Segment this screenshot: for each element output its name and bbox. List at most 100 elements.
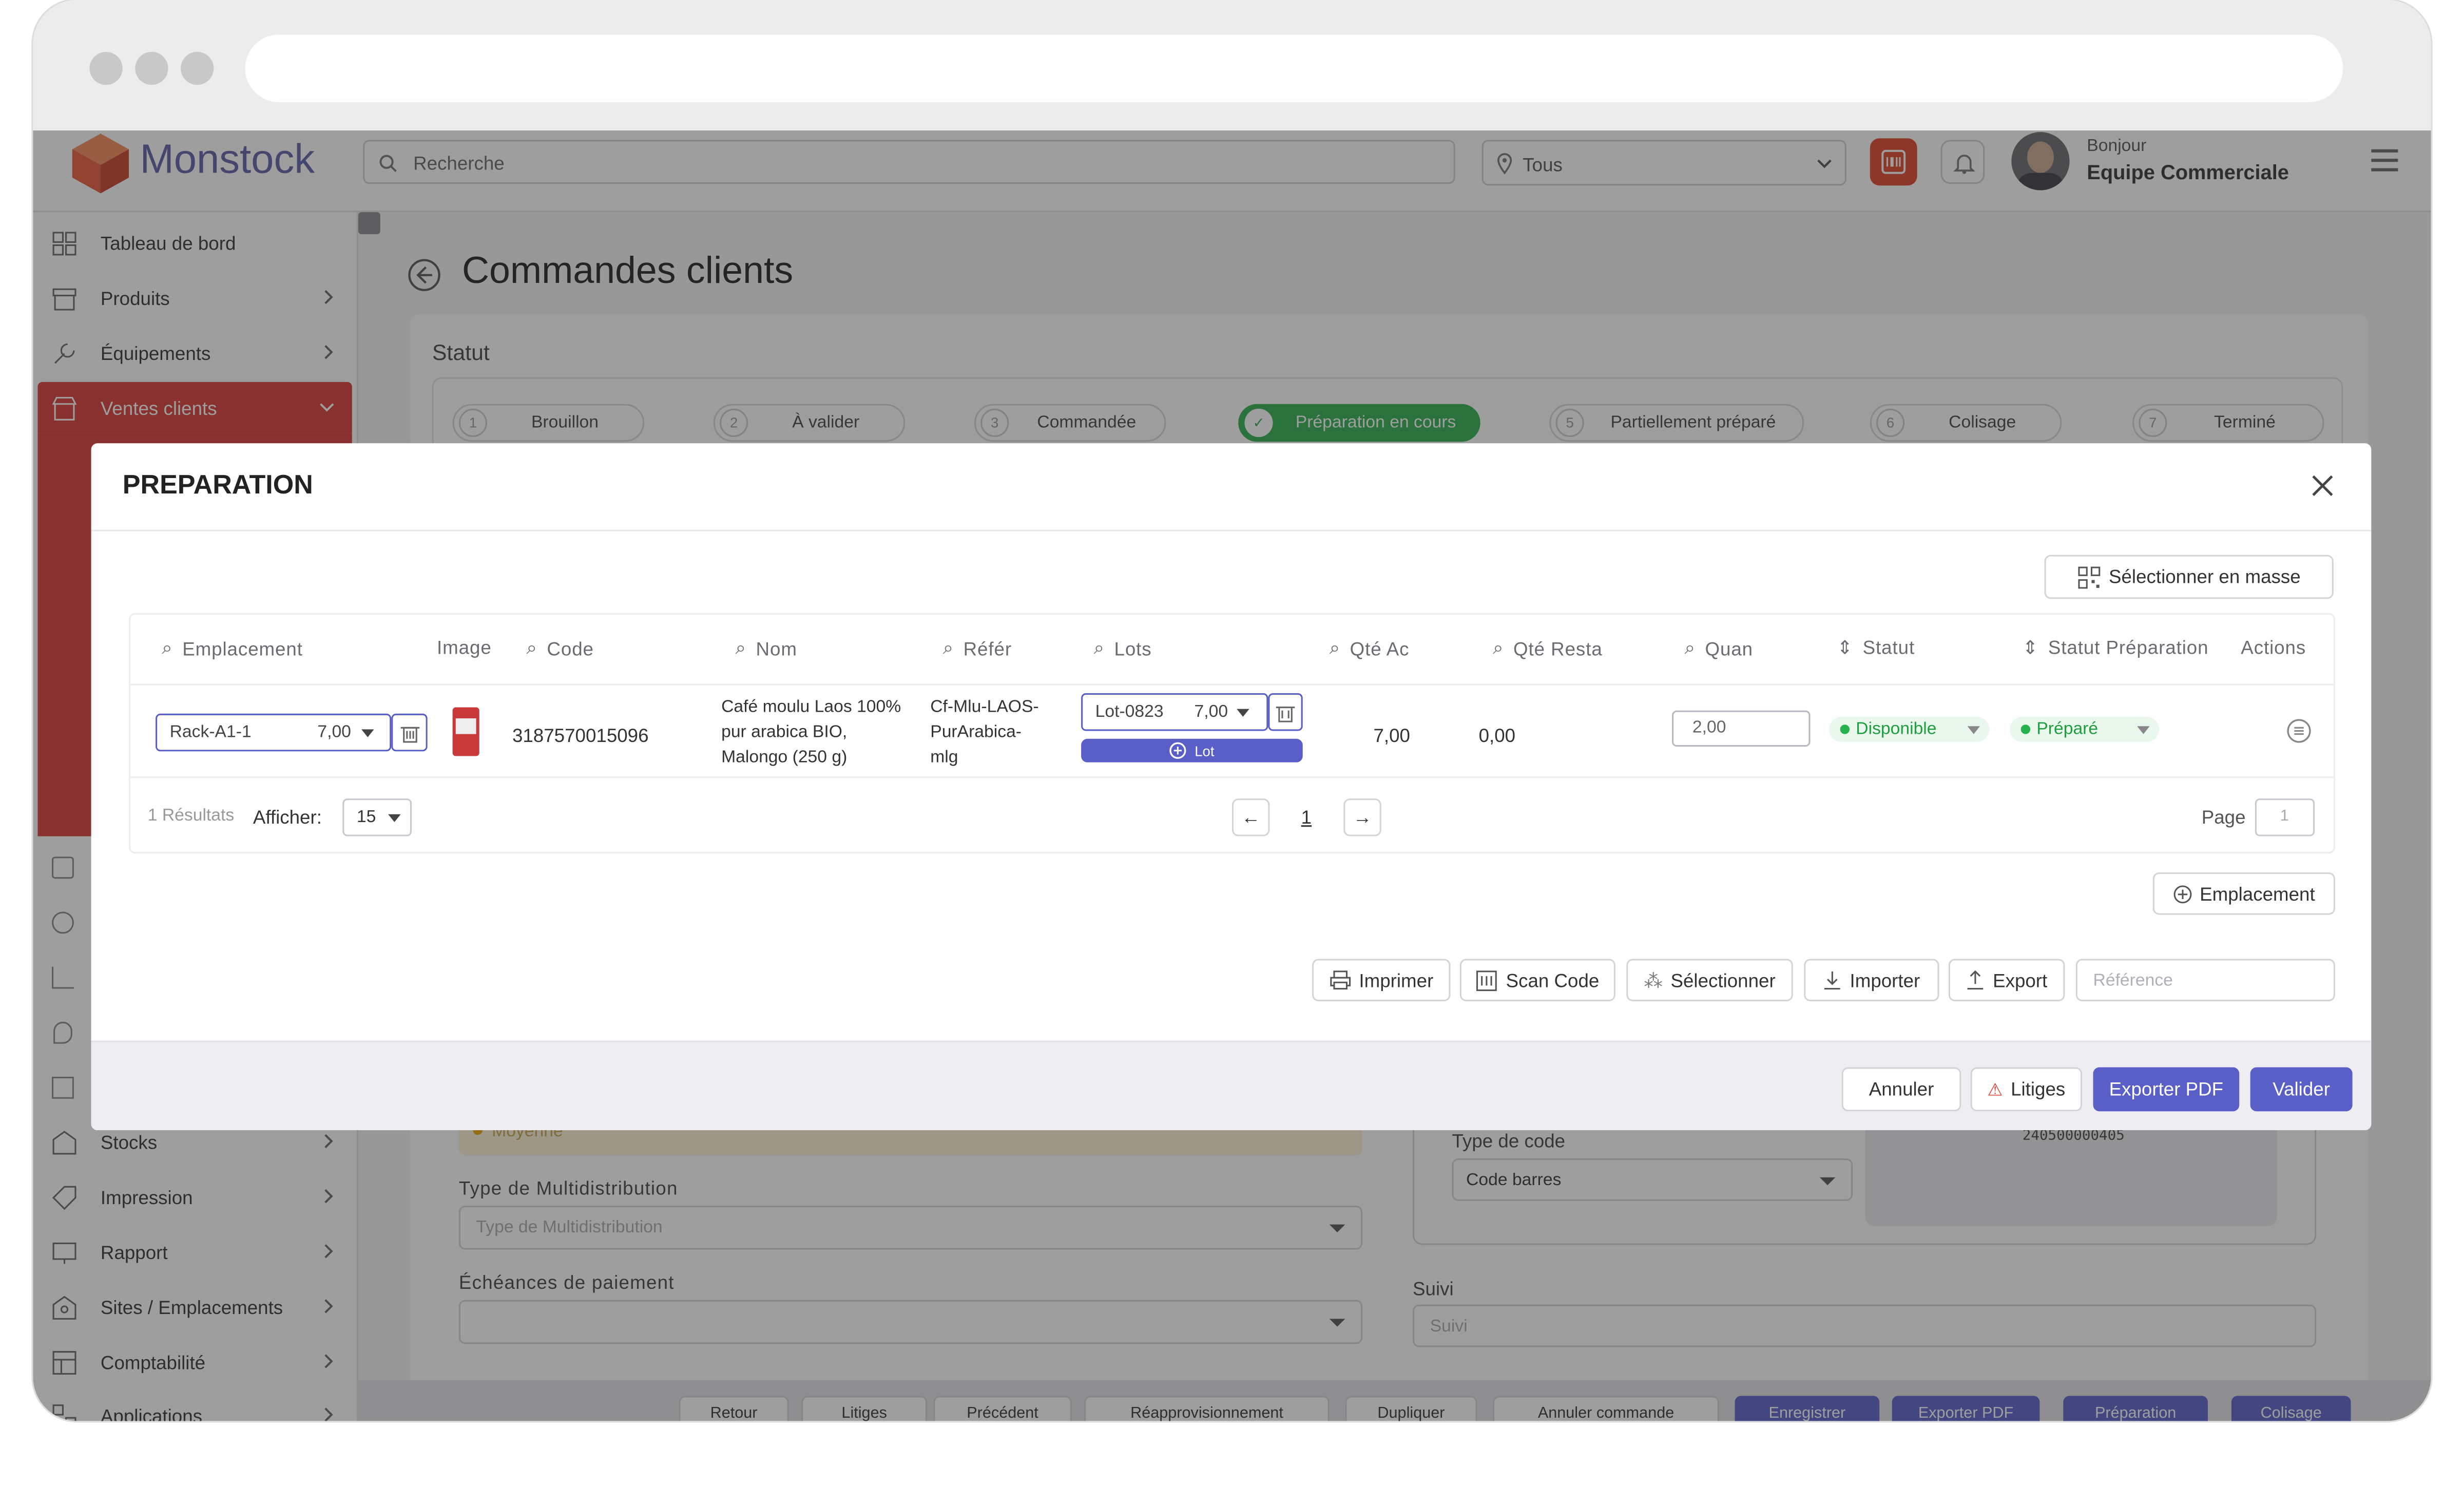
- search-icon: ⌕: [1684, 636, 1696, 659]
- select-mass-button[interactable]: Sélectionner en masse: [2044, 555, 2334, 599]
- column-header-emplacement[interactable]: ⌕ Emplacement: [162, 637, 303, 660]
- caret-down-icon: [1237, 709, 1249, 717]
- prev-page-button[interactable]: ←: [1231, 798, 1270, 836]
- caret-down-icon: [2137, 726, 2150, 734]
- column-header-statut-preparation[interactable]: ⇕ Statut Préparation: [2023, 637, 2209, 659]
- window-maximize-dot[interactable]: [181, 52, 214, 85]
- browser-window: Monstock Recherche Tous Bonjour Equipe C…: [33, 0, 2431, 1421]
- column-header-lots[interactable]: ⌕ Lots: [1094, 637, 1152, 660]
- modal-title: PREPARATION: [122, 470, 313, 500]
- next-page-button[interactable]: →: [1343, 798, 1381, 836]
- modal-divider: [91, 529, 2372, 531]
- window-close-dot[interactable]: [89, 52, 123, 85]
- cancel-button[interactable]: Annuler: [1841, 1067, 1961, 1112]
- page-size-select[interactable]: 15: [342, 798, 412, 836]
- lot-qty: 7,00: [1194, 702, 1228, 722]
- column-label: Statut: [1862, 636, 1915, 659]
- results-count: 1 Résultats: [147, 806, 235, 826]
- import-button[interactable]: Importer: [1804, 959, 1939, 1001]
- scan-code-label: Scan Code: [1506, 969, 1600, 992]
- arrow-left-icon: ←: [1241, 806, 1261, 829]
- column-header-qte-ac[interactable]: ⌕ Qté Ac: [1330, 637, 1410, 660]
- quantity-input[interactable]: 2,00: [1672, 710, 1811, 747]
- row-actions-icon[interactable]: [2286, 718, 2312, 744]
- app: Monstock Recherche Tous Bonjour Equipe C…: [33, 130, 2431, 1421]
- printer-icon: [1330, 970, 1351, 990]
- delete-lot-button[interactable]: [1268, 693, 1303, 731]
- scan-code-button[interactable]: Scan Code: [1459, 959, 1615, 1001]
- validate-button[interactable]: Valider: [2250, 1067, 2353, 1112]
- warning-icon: ⚠: [1987, 1080, 2003, 1100]
- column-label: Qté Resta: [1513, 637, 1603, 660]
- cursor-click-icon: ⁂: [1644, 969, 1663, 992]
- emplacement-qty: 7,00: [317, 723, 351, 742]
- column-header-refer[interactable]: ⌕ Référ: [943, 637, 1012, 660]
- statut-preparation-select[interactable]: Préparé: [2010, 716, 2160, 742]
- select-label: Sélectionner: [1670, 969, 1776, 992]
- qte-ac-value: 7,00: [1373, 725, 1410, 747]
- column-label: Nom: [756, 637, 797, 660]
- print-button[interactable]: Imprimer: [1312, 959, 1451, 1001]
- statut-preparation-value: Préparé: [2036, 720, 2099, 739]
- add-emplacement-button[interactable]: Emplacement: [2152, 872, 2335, 915]
- header-divider: [130, 683, 2334, 686]
- column-header-code[interactable]: ⌕ Code: [527, 637, 594, 660]
- barcode-scan-icon: [1476, 969, 1497, 991]
- select-mass-label: Sélectionner en masse: [2108, 566, 2301, 588]
- close-icon[interactable]: [2312, 474, 2334, 497]
- window-minimize-dot[interactable]: [135, 52, 168, 85]
- trash-icon: [1276, 707, 1295, 722]
- search-icon: ⌕: [1093, 636, 1105, 659]
- column-header-statut[interactable]: ⇕ Statut: [1837, 637, 1915, 659]
- trash-icon: [400, 727, 420, 743]
- lot-value: Lot-0823: [1095, 702, 1164, 722]
- qte-resta-value: 0,00: [1478, 725, 1516, 747]
- search-icon: ⌕: [942, 636, 954, 659]
- current-page[interactable]: 1: [1301, 806, 1312, 828]
- reference-input[interactable]: Référence: [2075, 959, 2335, 1001]
- address-bar[interactable]: [245, 34, 2343, 102]
- emplacement-select[interactable]: Rack-A1-1 7,00: [156, 713, 392, 752]
- preparation-modal: PREPARATION Sélectionner en masse ⌕ Empla…: [91, 443, 2372, 1131]
- show-label: Afficher:: [253, 806, 322, 829]
- status-dot: [2020, 725, 2031, 734]
- product-image[interactable]: [452, 707, 479, 756]
- print-label: Imprimer: [1359, 969, 1434, 992]
- sort-icon: ⇕: [2022, 636, 2039, 659]
- product-name-line3: Malongo (250 g): [721, 748, 848, 767]
- search-icon: ⌕: [1329, 636, 1341, 659]
- page-input[interactable]: 1: [2255, 798, 2315, 836]
- page-input-value: 1: [2280, 808, 2289, 826]
- export-button[interactable]: Export: [1948, 959, 2065, 1001]
- column-header-image: Image: [437, 637, 492, 659]
- column-label: Référ: [963, 637, 1012, 660]
- select-button[interactable]: ⁂ Sélectionner: [1626, 959, 1793, 1001]
- emplacement-value: Rack-A1-1: [169, 723, 252, 742]
- search-icon: ⌕: [735, 636, 747, 659]
- plus-circle-icon: [1170, 742, 1187, 759]
- column-header-qte-resta[interactable]: ⌕ Qté Resta: [1493, 637, 1603, 660]
- add-lot-label: Lot: [1195, 742, 1215, 759]
- browser-chrome: [33, 0, 2431, 131]
- statut-select[interactable]: Disponible: [1829, 716, 1990, 742]
- column-label: Statut Préparation: [2048, 636, 2209, 659]
- add-lot-button[interactable]: Lot: [1081, 738, 1303, 763]
- column-header-quan[interactable]: ⌕ Quan: [1685, 637, 1753, 660]
- export-pdf-button[interactable]: Exporter PDF: [2093, 1067, 2240, 1112]
- caret-down-icon: [388, 814, 401, 823]
- qr-grid-icon: [2078, 566, 2101, 588]
- litiges-label: Litiges: [2011, 1078, 2066, 1100]
- litiges-modal-button[interactable]: ⚠ Litiges: [1970, 1067, 2083, 1112]
- lot-select[interactable]: Lot-0823 7,00: [1081, 693, 1268, 731]
- search-icon: ⌕: [526, 636, 538, 659]
- column-label: Actions: [2241, 636, 2306, 659]
- search-icon: ⌕: [162, 636, 173, 659]
- page-size-value: 15: [356, 808, 376, 827]
- product-name-line1: Café moulu Laos 100%: [721, 698, 901, 717]
- product-ref-line1: Cf-Mlu-LAOS-: [930, 698, 1039, 717]
- column-label: Qté Ac: [1350, 637, 1410, 660]
- column-header-nom[interactable]: ⌕ Nom: [736, 637, 797, 660]
- download-icon: [1824, 971, 1841, 990]
- sort-icon: ⇕: [1837, 636, 1854, 659]
- delete-emplacement-button[interactable]: [391, 713, 428, 752]
